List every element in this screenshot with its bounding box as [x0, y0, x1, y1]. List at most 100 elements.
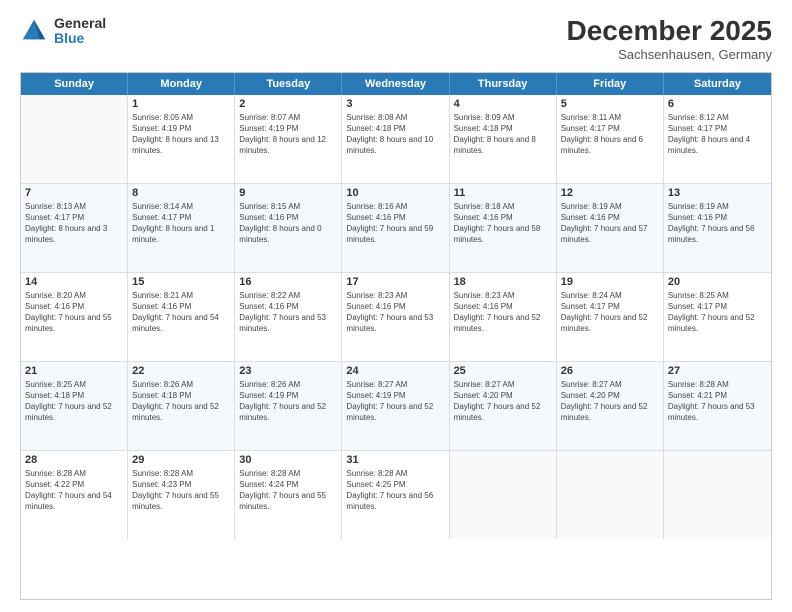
calendar-day-25: 25 Sunrise: 8:27 AMSunset: 4:20 PMDayligh… [450, 362, 557, 450]
day-number-19: 19 [561, 276, 659, 288]
day-number-1: 1 [132, 98, 230, 110]
calendar-day-11: 11 Sunrise: 8:18 AMSunset: 4:16 PMDayligh… [450, 184, 557, 272]
day-number-17: 17 [346, 276, 444, 288]
day-info-11: Sunrise: 8:18 AMSunset: 4:16 PMDaylight:… [454, 201, 552, 246]
day-info-24: Sunrise: 8:27 AMSunset: 4:19 PMDaylight:… [346, 379, 444, 424]
day-info-31: Sunrise: 8:28 AMSunset: 4:25 PMDaylight:… [346, 468, 444, 513]
weekday-header-saturday: Saturday [664, 73, 771, 95]
calendar-day-19: 19 Sunrise: 8:24 AMSunset: 4:17 PMDayligh… [557, 273, 664, 361]
calendar-day-1: 1Sunrise: 8:05 AMSunset: 4:19 PMDaylight… [128, 95, 235, 183]
calendar-day-4: 4 Sunrise: 8:09 AMSunset: 4:18 PMDaylight… [450, 95, 557, 183]
day-number-7: 7 [25, 187, 123, 199]
day-number-27: 27 [668, 365, 767, 377]
logo-general-label: General [54, 16, 106, 31]
day-info-15: Sunrise: 8:21 AMSunset: 4:16 PMDaylight:… [132, 290, 230, 335]
day-info-20: Sunrise: 8:25 AMSunset: 4:17 PMDaylight:… [668, 290, 767, 335]
calendar-day-15: 15 Sunrise: 8:21 AMSunset: 4:16 PMDayligh… [128, 273, 235, 361]
day-info-12: Sunrise: 8:19 AMSunset: 4:16 PMDaylight:… [561, 201, 659, 246]
logo-icon [20, 17, 48, 45]
calendar-header: SundayMondayTuesdayWednesdayThursdayFrid… [21, 73, 771, 95]
calendar-week-4: 21Sunrise: 8:25 AMSunset: 4:18 PMDayligh… [21, 361, 771, 450]
day-number-8: 8 [132, 187, 230, 199]
calendar-day-2: 2Sunrise: 8:07 AMSunset: 4:19 PMDaylight… [235, 95, 342, 183]
month-title: December 2025 [567, 16, 772, 47]
day-number-23: 23 [239, 365, 337, 377]
day-number-5: 5 [561, 98, 659, 110]
weekday-header-monday: Monday [128, 73, 235, 95]
day-info-26: Sunrise: 8:27 AMSunset: 4:20 PMDaylight:… [561, 379, 659, 424]
calendar-week-1: 1Sunrise: 8:05 AMSunset: 4:19 PMDaylight… [21, 95, 771, 183]
day-number-28: 28 [25, 454, 123, 466]
calendar-day-5: 5 Sunrise: 8:11 AMSunset: 4:17 PMDaylight… [557, 95, 664, 183]
weekday-header-wednesday: Wednesday [342, 73, 449, 95]
logo: General Blue [20, 16, 106, 47]
location: Sachsenhausen, Germany [567, 47, 772, 62]
calendar-day-6: 6 Sunrise: 8:12 AMSunset: 4:17 PMDaylight… [664, 95, 771, 183]
day-info-22: Sunrise: 8:26 AMSunset: 4:18 PMDaylight:… [132, 379, 230, 424]
day-number-21: 21 [25, 365, 123, 377]
day-info-16: Sunrise: 8:22 AMSunset: 4:16 PMDaylight:… [239, 290, 337, 335]
calendar-day-20: 20Sunrise: 8:25 AMSunset: 4:17 PMDayligh… [664, 273, 771, 361]
calendar-day-12: 12Sunrise: 8:19 AMSunset: 4:16 PMDayligh… [557, 184, 664, 272]
day-info-4: Sunrise: 8:09 AMSunset: 4:18 PMDaylight:… [454, 112, 552, 157]
logo-text: General Blue [54, 16, 106, 47]
day-info-8: Sunrise: 8:14 AMSunset: 4:17 PMDaylight:… [132, 201, 230, 246]
day-info-30: Sunrise: 8:28 AMSunset: 4:24 PMDaylight:… [239, 468, 337, 513]
calendar-day-3: 3 Sunrise: 8:08 AMSunset: 4:18 PMDaylight… [342, 95, 449, 183]
day-info-3: Sunrise: 8:08 AMSunset: 4:18 PMDaylight:… [346, 112, 444, 157]
day-number-29: 29 [132, 454, 230, 466]
day-info-13: Sunrise: 8:19 AMSunset: 4:16 PMDaylight:… [668, 201, 767, 246]
calendar-day-22: 22 Sunrise: 8:26 AMSunset: 4:18 PMDayligh… [128, 362, 235, 450]
day-number-22: 22 [132, 365, 230, 377]
calendar-day-30: 30 Sunrise: 8:28 AMSunset: 4:24 PMDayligh… [235, 451, 342, 539]
day-info-7: Sunrise: 8:13 AMSunset: 4:17 PMDaylight:… [25, 201, 123, 246]
calendar-week-5: 28 Sunrise: 8:28 AMSunset: 4:22 PMDayligh… [21, 450, 771, 539]
day-info-27: Sunrise: 8:28 AMSunset: 4:21 PMDaylight:… [668, 379, 767, 424]
day-info-29: Sunrise: 8:28 AMSunset: 4:23 PMDaylight:… [132, 468, 230, 513]
calendar-day-10: 10Sunrise: 8:16 AMSunset: 4:16 PMDayligh… [342, 184, 449, 272]
page: General Blue December 2025 Sachsenhausen… [0, 0, 792, 612]
calendar-day-14: 14Sunrise: 8:20 AMSunset: 4:16 PMDayligh… [21, 273, 128, 361]
calendar-day-16: 16 Sunrise: 8:22 AMSunset: 4:16 PMDayligh… [235, 273, 342, 361]
weekday-header-tuesday: Tuesday [235, 73, 342, 95]
weekday-header-sunday: Sunday [21, 73, 128, 95]
calendar-day-empty [450, 451, 557, 539]
calendar-day-26: 26 Sunrise: 8:27 AMSunset: 4:20 PMDayligh… [557, 362, 664, 450]
calendar-day-21: 21Sunrise: 8:25 AMSunset: 4:18 PMDayligh… [21, 362, 128, 450]
calendar-day-28: 28 Sunrise: 8:28 AMSunset: 4:22 PMDayligh… [21, 451, 128, 539]
day-number-25: 25 [454, 365, 552, 377]
header: General Blue December 2025 Sachsenhausen… [20, 16, 772, 62]
day-info-23: Sunrise: 8:26 AMSunset: 4:19 PMDaylight:… [239, 379, 337, 424]
title-block: December 2025 Sachsenhausen, Germany [567, 16, 772, 62]
day-info-5: Sunrise: 8:11 AMSunset: 4:17 PMDaylight:… [561, 112, 659, 157]
calendar-day-23: 23 Sunrise: 8:26 AMSunset: 4:19 PMDayligh… [235, 362, 342, 450]
calendar-week-2: 7 Sunrise: 8:13 AMSunset: 4:17 PMDaylight… [21, 183, 771, 272]
day-number-4: 4 [454, 98, 552, 110]
calendar-day-31: 31Sunrise: 8:28 AMSunset: 4:25 PMDayligh… [342, 451, 449, 539]
day-number-9: 9 [239, 187, 337, 199]
day-info-25: Sunrise: 8:27 AMSunset: 4:20 PMDaylight:… [454, 379, 552, 424]
calendar-day-18: 18Sunrise: 8:23 AMSunset: 4:16 PMDayligh… [450, 273, 557, 361]
day-info-17: Sunrise: 8:23 AMSunset: 4:16 PMDaylight:… [346, 290, 444, 335]
calendar-week-3: 14Sunrise: 8:20 AMSunset: 4:16 PMDayligh… [21, 272, 771, 361]
day-number-3: 3 [346, 98, 444, 110]
day-number-11: 11 [454, 187, 552, 199]
day-info-19: Sunrise: 8:24 AMSunset: 4:17 PMDaylight:… [561, 290, 659, 335]
calendar-day-24: 24 Sunrise: 8:27 AMSunset: 4:19 PMDayligh… [342, 362, 449, 450]
day-number-26: 26 [561, 365, 659, 377]
calendar-day-29: 29 Sunrise: 8:28 AMSunset: 4:23 PMDayligh… [128, 451, 235, 539]
day-number-15: 15 [132, 276, 230, 288]
day-number-2: 2 [239, 98, 337, 110]
day-number-6: 6 [668, 98, 767, 110]
weekday-header-friday: Friday [557, 73, 664, 95]
day-info-28: Sunrise: 8:28 AMSunset: 4:22 PMDaylight:… [25, 468, 123, 513]
calendar-day-17: 17 Sunrise: 8:23 AMSunset: 4:16 PMDayligh… [342, 273, 449, 361]
day-number-30: 30 [239, 454, 337, 466]
calendar-day-empty [21, 95, 128, 183]
day-number-14: 14 [25, 276, 123, 288]
calendar: SundayMondayTuesdayWednesdayThursdayFrid… [20, 72, 772, 600]
day-info-6: Sunrise: 8:12 AMSunset: 4:17 PMDaylight:… [668, 112, 767, 157]
day-number-16: 16 [239, 276, 337, 288]
calendar-body: 1Sunrise: 8:05 AMSunset: 4:19 PMDaylight… [21, 95, 771, 539]
day-number-24: 24 [346, 365, 444, 377]
